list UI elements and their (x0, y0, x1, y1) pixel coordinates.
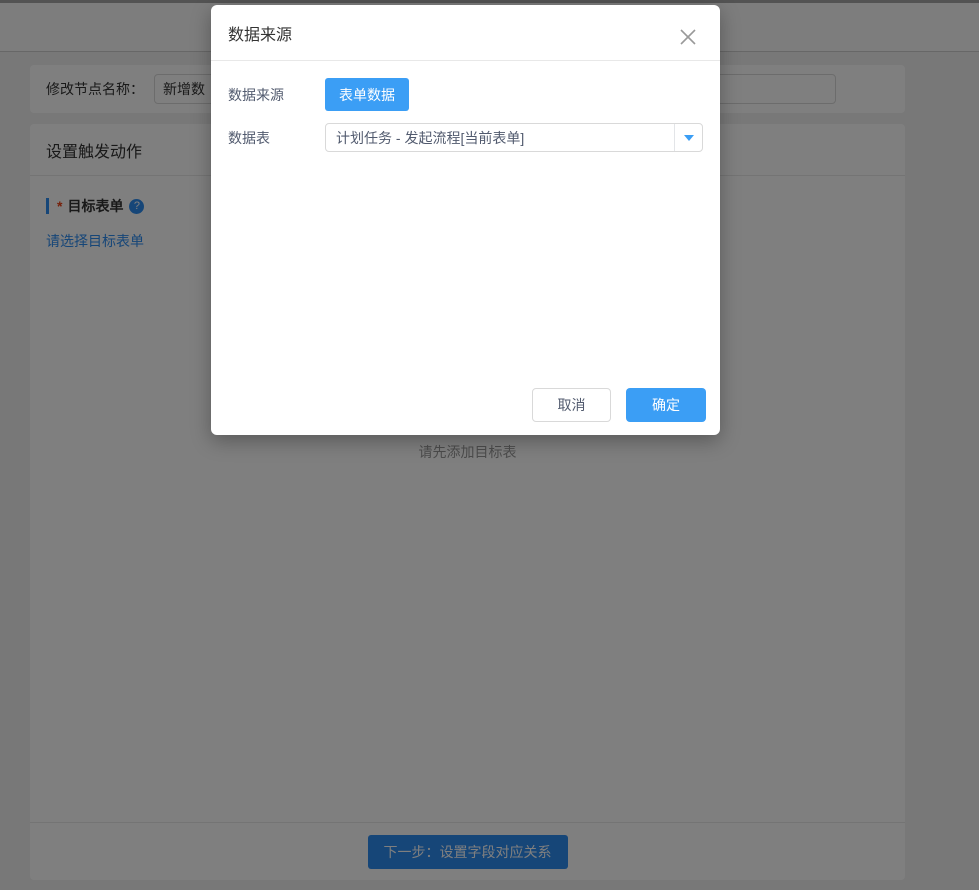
form-data-button[interactable]: 表单数据 (325, 78, 409, 111)
modal-footer: 取消 确定 (532, 388, 706, 422)
data-table-select[interactable]: 计划任务 - 发起流程[当前表单] (325, 123, 703, 152)
data-table-label: 数据表 (228, 128, 325, 148)
cancel-button[interactable]: 取消 (532, 388, 611, 422)
data-source-modal: 数据来源 数据来源 表单数据 数据表 计划任务 - 发起流程[当前表单] 取消 … (211, 5, 720, 435)
data-table-row: 数据表 计划任务 - 发起流程[当前表单] (228, 123, 703, 152)
modal-header: 数据来源 (211, 5, 720, 61)
close-icon[interactable] (678, 27, 698, 47)
modal-body: 数据来源 表单数据 数据表 计划任务 - 发起流程[当前表单] (211, 78, 720, 152)
chevron-down-icon (674, 124, 702, 151)
confirm-button[interactable]: 确定 (626, 388, 706, 422)
data-source-label: 数据来源 (228, 85, 325, 105)
data-table-select-value: 计划任务 - 发起流程[当前表单] (326, 124, 674, 151)
modal-title: 数据来源 (228, 21, 292, 45)
data-source-row: 数据来源 表单数据 (228, 78, 703, 111)
